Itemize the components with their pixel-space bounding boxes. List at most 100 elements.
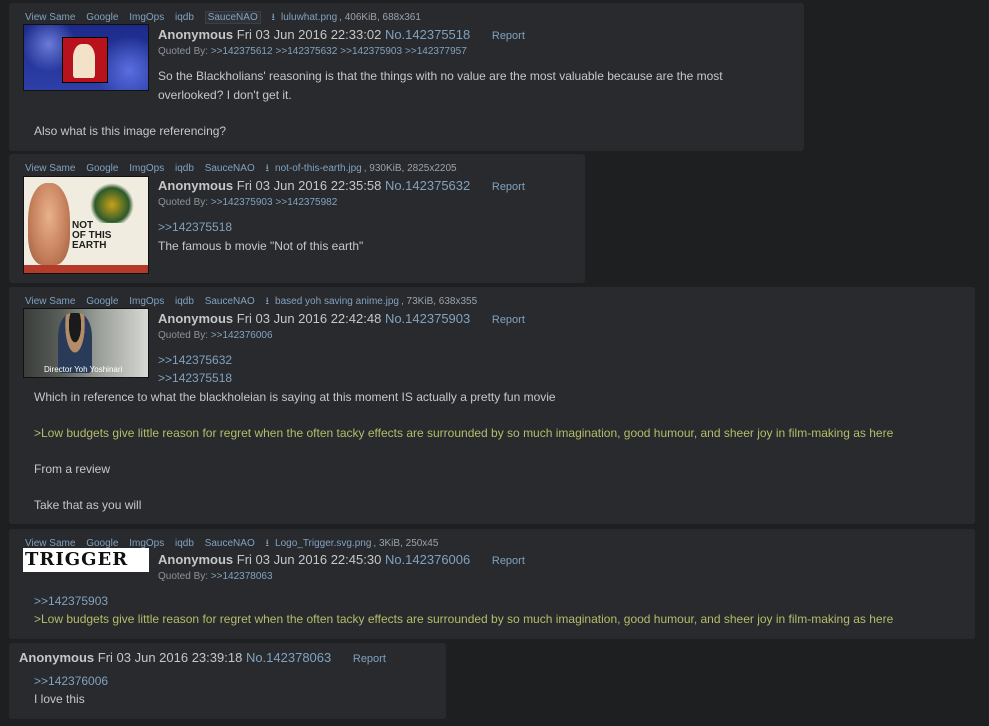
- post-text-line: I love this: [34, 692, 85, 706]
- report-link[interactable]: Report: [492, 181, 525, 193]
- post-text-line: Also what is this image referencing?: [34, 124, 227, 138]
- thumbnail-figure: [62, 37, 108, 83]
- thumbnail-image[interactable]: TRIGGER: [23, 548, 149, 572]
- post-number[interactable]: No.142378063: [246, 650, 331, 665]
- file-name-link[interactable]: not-of-this-earth.jpg: [275, 163, 362, 174]
- quote-link[interactable]: >>142376006: [34, 674, 108, 688]
- poster-graphic: [90, 183, 134, 223]
- backlink[interactable]: >>142375903: [211, 197, 273, 208]
- photo-caption: Director Yoh Yoshinari: [44, 365, 123, 374]
- post-number[interactable]: No.142376006: [385, 552, 470, 567]
- backlink[interactable]: >>142375612: [211, 46, 273, 57]
- post-date: Fri 03 Jun 2016 22:33:02: [236, 27, 382, 42]
- post-date: Fri 03 Jun 2016 22:42:48: [236, 311, 382, 326]
- post-142378063: Anonymous Fri 03 Jun 2016 23:39:18 No.14…: [9, 643, 446, 719]
- file-name-link[interactable]: Logo_Trigger.svg.png: [275, 538, 371, 549]
- quote-link[interactable]: >>142375632: [158, 353, 232, 367]
- google-link[interactable]: Google: [86, 296, 118, 307]
- saucenao-link[interactable]: SauceNAO: [204, 11, 261, 24]
- file-meta: , 3KiB, 250x45: [373, 538, 439, 549]
- file-meta: , 930KiB, 2825x2205: [363, 163, 457, 174]
- post-number[interactable]: No.142375903: [385, 311, 470, 326]
- iqdb-link[interactable]: iqdb: [175, 296, 194, 307]
- post-text-line: The famous b movie "Not of this earth": [158, 239, 364, 253]
- trigger-logo: TRIGGER: [25, 549, 129, 570]
- download-icon[interactable]: ⭳: [266, 163, 270, 174]
- iqdb-link[interactable]: iqdb: [175, 163, 194, 174]
- download-icon[interactable]: ⭳: [272, 12, 276, 23]
- post-number[interactable]: No.142375632: [385, 178, 470, 193]
- backlink[interactable]: >>142375982: [276, 197, 338, 208]
- view-same-link[interactable]: View Same: [25, 12, 75, 23]
- poster-name: Anonymous: [158, 552, 234, 567]
- post-142375903: View Same Google ImgOps iqdb SauceNAO ⭳ b…: [9, 287, 975, 524]
- quoted-by-label: Quoted By:: [158, 330, 209, 341]
- view-same-link[interactable]: View Same: [25, 296, 75, 307]
- backlink[interactable]: >>142377957: [405, 46, 467, 57]
- view-same-link[interactable]: View Same: [25, 163, 75, 174]
- post-text-line: So the Blackholians' reasoning is that t…: [158, 69, 723, 83]
- poster-face: [28, 183, 70, 265]
- backlink[interactable]: >>142376006: [211, 330, 273, 341]
- post-header: Anonymous Fri 03 Jun 2016 22:42:48 No.14…: [158, 311, 525, 326]
- post-date: Fri 03 Jun 2016 23:39:18: [97, 650, 243, 665]
- post-text-line: From a review: [34, 462, 111, 476]
- post-header: Anonymous Fri 03 Jun 2016 23:39:18 No.14…: [19, 650, 386, 665]
- poster-title-line: EARTH: [72, 240, 107, 251]
- quoted-by-label: Quoted By:: [158, 571, 209, 582]
- post-number[interactable]: No.142375518: [385, 27, 470, 42]
- file-name-link[interactable]: luluwhat.png: [281, 12, 337, 23]
- google-link[interactable]: Google: [86, 12, 118, 23]
- report-link[interactable]: Report: [353, 653, 386, 665]
- poster-name: Anonymous: [19, 650, 95, 665]
- backlink[interactable]: >>142375903: [340, 46, 402, 57]
- poster-name: Anonymous: [158, 27, 234, 42]
- post-date: Fri 03 Jun 2016 22:35:58: [236, 178, 382, 193]
- thumbnail-image[interactable]: [23, 24, 149, 91]
- post-text-line: Which in reference to what the blackhole…: [34, 390, 556, 404]
- saucenao-link[interactable]: SauceNAO: [205, 163, 255, 174]
- thumbnail-image[interactable]: NOT OF THIS EARTH: [23, 176, 149, 274]
- download-icon[interactable]: ⭳: [266, 296, 270, 307]
- download-icon[interactable]: ⭳: [266, 538, 270, 549]
- greentext-line: >Low budgets give little reason for regr…: [34, 612, 894, 626]
- saucenao-link[interactable]: SauceNAO: [205, 538, 255, 549]
- iqdb-link[interactable]: iqdb: [175, 12, 194, 23]
- report-link[interactable]: Report: [492, 555, 525, 567]
- backlink[interactable]: >>142375632: [276, 46, 338, 57]
- quoted-by: Quoted By: >>142378063: [158, 571, 276, 582]
- report-link[interactable]: Report: [492, 314, 525, 326]
- saucenao-link[interactable]: SauceNAO: [205, 296, 255, 307]
- quoted-by-label: Quoted By:: [158, 46, 209, 57]
- post-text-line: overlooked? I don't get it.: [158, 88, 292, 102]
- iqdb-link[interactable]: iqdb: [175, 538, 194, 549]
- post-header: Anonymous Fri 03 Jun 2016 22:35:58 No.14…: [158, 178, 525, 193]
- post-header: Anonymous Fri 03 Jun 2016 22:45:30 No.14…: [158, 552, 525, 567]
- post-142376006: View Same Google ImgOps iqdb SauceNAO ⭳ L…: [9, 529, 975, 639]
- post-text-line: Take that as you will: [34, 498, 142, 512]
- thumbnail-image[interactable]: Director Yoh Yoshinari: [23, 308, 149, 378]
- quoted-by: Quoted By: >>142376006: [158, 330, 276, 341]
- post-date: Fri 03 Jun 2016 22:45:30: [236, 552, 382, 567]
- google-link[interactable]: Google: [86, 163, 118, 174]
- post-142375632: View Same Google ImgOps iqdb SauceNAO ⭳ n…: [9, 154, 585, 283]
- poster-name: Anonymous: [158, 178, 234, 193]
- photo-person: [58, 313, 92, 373]
- greentext-line: >Low budgets give little reason for regr…: [34, 426, 894, 440]
- imgops-link[interactable]: ImgOps: [129, 12, 164, 23]
- file-name-link[interactable]: based yoh saving anime.jpg: [275, 296, 399, 307]
- imgops-link[interactable]: ImgOps: [129, 296, 164, 307]
- file-meta: , 73KiB, 638x355: [401, 296, 478, 307]
- quote-link[interactable]: >>142375518: [158, 371, 232, 385]
- imgops-link[interactable]: ImgOps: [129, 163, 164, 174]
- quote-link[interactable]: >>142375518: [158, 220, 232, 234]
- quoted-by-label: Quoted By:: [158, 197, 209, 208]
- backlink[interactable]: >>142378063: [211, 571, 273, 582]
- post-142375518: View Same Google ImgOps iqdb SauceNAO ⭳ l…: [9, 3, 804, 151]
- report-link[interactable]: Report: [492, 30, 525, 42]
- quote-link[interactable]: >>142375903: [34, 594, 108, 608]
- post-header: Anonymous Fri 03 Jun 2016 22:33:02 No.14…: [158, 27, 525, 42]
- quoted-by: Quoted By: >>142375612 >>142375632 >>14237…: [158, 46, 470, 57]
- quoted-by: Quoted By: >>142375903 >>142375982: [158, 197, 340, 208]
- poster-name: Anonymous: [158, 311, 234, 326]
